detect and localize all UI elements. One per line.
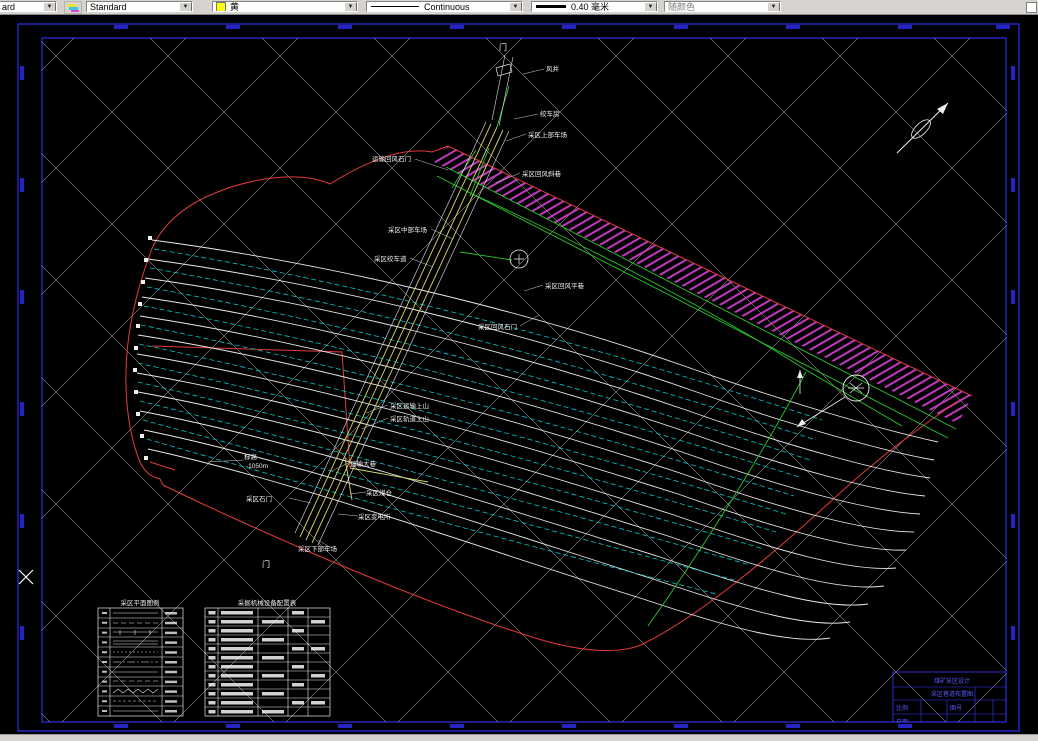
linetype-sample-icon [371, 6, 419, 7]
color-combo-arrow-icon[interactable]: ▼ [344, 2, 357, 11]
docked-toolbar-fragment [1026, 2, 1037, 13]
linetype-arrow-icon[interactable]: ▼ [509, 2, 522, 11]
label-return-air-incline: 采区回风斜巷 [522, 169, 562, 178]
lineweight-sample-icon [536, 5, 566, 8]
label-district-crosscut-upper: 采区回风石门 [478, 322, 517, 331]
titleblock-cell-no: 图号 [950, 705, 962, 712]
plotstyle-combo: 随颜色 ▼ [664, 1, 781, 12]
layer-combo-arrow-icon[interactable]: ▼ [43, 2, 56, 11]
label-transport-rise: 采区运输上山 [390, 401, 429, 410]
plotstyle-arrow-icon: ▼ [767, 2, 780, 11]
label-track-rise: 采区轨道上山 [390, 414, 429, 423]
label-district-crosscut: 采区石门 [246, 494, 272, 503]
label-return-air-crosscut: 运输回风石门 [372, 154, 411, 163]
label-wind-shaft: 风井 [546, 64, 560, 73]
object-properties-toolbar: ard ▼ Standard ▼ 黄 ▼ Continuous ▼ 0.40 毫… [0, 0, 1038, 15]
portal-symbol-top: 门 [499, 42, 507, 52]
text-style-combo[interactable]: Standard ▼ [86, 1, 193, 12]
crosshair-cursor [18, 569, 34, 585]
label-coal-bunker: 采区煤仓 [366, 488, 393, 497]
lineweight-value: 0.40 毫米 [571, 1, 610, 12]
label-winch-house: 绞车房 [540, 109, 560, 118]
color-value: 黄 [230, 1, 240, 12]
label-return-air-level: 采区回风平巷 [545, 281, 585, 290]
color-swatch [216, 2, 226, 11]
cad-window: 风井 绞车房 采区上部车场 运输回风石门 采区回风斜巷 采区中部车场 采区绞车道… [0, 0, 1038, 741]
status-strip [0, 734, 1038, 741]
drawing-canvas[interactable]: 风井 绞车房 采区上部车场 运输回风石门 采区回风斜巷 采区中部车场 采区绞车道… [0, 0, 1038, 741]
label-substation: 采区变电所 [358, 512, 391, 521]
layer-combo[interactable]: ard ▼ [0, 1, 57, 12]
color-combo[interactable]: 黄 ▼ [212, 1, 358, 12]
plotstyle-value: 随颜色 [668, 1, 696, 12]
label-elevation-1: 标高 [244, 452, 258, 461]
linetype-combo[interactable]: Continuous ▼ [366, 1, 523, 12]
layer-combo-value: ard [2, 1, 16, 12]
linetype-value: Continuous [424, 1, 470, 12]
text-style-arrow-icon[interactable]: ▼ [179, 2, 192, 11]
titleblock-line1: 煤矿采区设计 [934, 677, 970, 685]
lineweight-combo[interactable]: 0.40 毫米 ▼ [531, 1, 658, 12]
titleblock-cell-scale: 比例 [896, 704, 908, 712]
label-middle-yard: 采区中部车场 [388, 225, 428, 234]
portal-symbol-bottom: 门 [262, 559, 270, 569]
label-upper-yard: 采区上部车场 [528, 130, 568, 139]
label-haulage-incline: 采区绞车道 [374, 254, 407, 263]
titleblock-line2: 采区巷道布置图 [931, 690, 973, 698]
legend-table-title: 采区平面图例 [121, 598, 160, 607]
label-elevation-2: -1050m [246, 463, 268, 470]
lineweight-arrow-icon[interactable]: ▼ [644, 2, 657, 11]
label-lower-yard: 采区下部车场 [298, 544, 338, 553]
text-style-value: Standard [90, 1, 127, 12]
label-main-haulage: 运输大巷 [350, 459, 377, 468]
equipment-table-title: 采掘机械设备配置表 [238, 598, 297, 607]
layers-icon[interactable] [64, 1, 82, 14]
